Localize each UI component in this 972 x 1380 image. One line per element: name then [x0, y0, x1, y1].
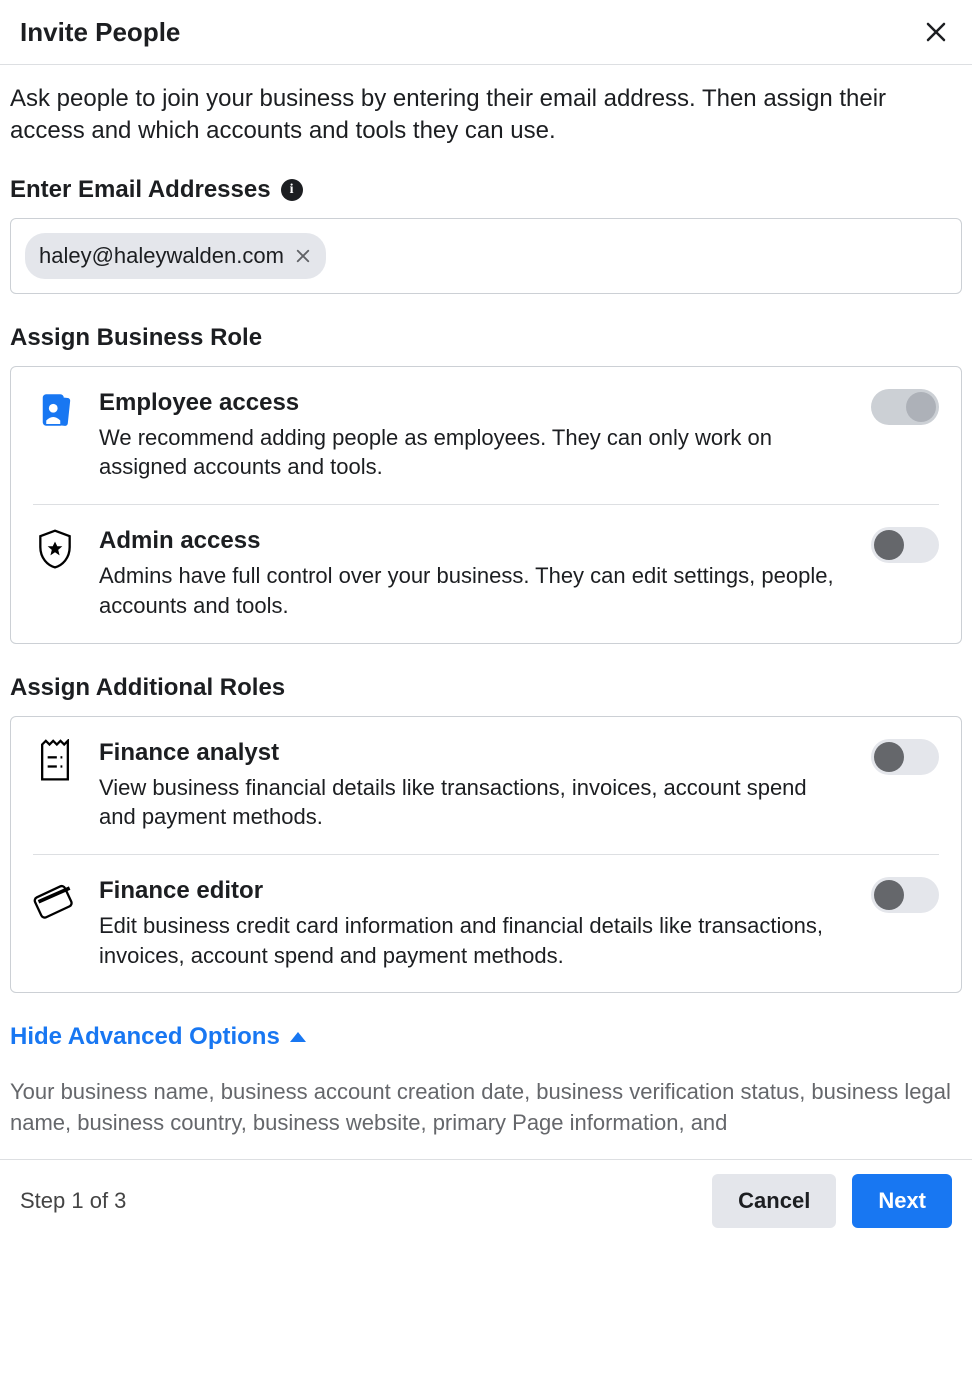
role-item-employee: Employee access We recommend adding peop… — [11, 367, 961, 504]
email-chip: haley@haleywalden.com — [25, 233, 326, 279]
toggle-knob — [874, 530, 904, 560]
role-title: Finance editor — [99, 877, 849, 905]
role-desc: We recommend adding people as employees.… — [99, 423, 849, 482]
role-item-finance-editor: Finance editor Edit business credit card… — [11, 855, 961, 992]
caret-up-icon — [290, 1032, 306, 1042]
receipt-icon — [33, 739, 77, 783]
role-text: Finance editor Edit business credit card… — [99, 877, 849, 970]
step-indicator: Step 1 of 3 — [20, 1188, 126, 1214]
email-chip-text: haley@haleywalden.com — [39, 243, 284, 269]
instruction-text: Ask people to join your business by ente… — [10, 83, 962, 148]
employee-access-toggle[interactable] — [871, 389, 939, 425]
role-text: Employee access We recommend adding peop… — [99, 389, 849, 482]
role-title: Finance analyst — [99, 739, 849, 767]
dialog-content: Ask people to join your business by ente… — [0, 65, 972, 1151]
close-button[interactable] — [920, 16, 952, 48]
badge-icon — [33, 389, 77, 431]
role-text: Finance analyst View business financial … — [99, 739, 849, 832]
toggle-knob — [874, 880, 904, 910]
admin-access-toggle[interactable] — [871, 527, 939, 563]
shield-icon — [33, 527, 77, 571]
business-role-label: Assign Business Role — [10, 324, 962, 352]
finance-editor-toggle[interactable] — [871, 877, 939, 913]
x-icon — [294, 247, 312, 265]
role-desc: View business financial details like tra… — [99, 773, 849, 832]
hide-advanced-options-link[interactable]: Hide Advanced Options — [10, 1023, 306, 1051]
dialog-footer: Step 1 of 3 Cancel Next — [0, 1159, 972, 1242]
role-text: Admin access Admins have full control ov… — [99, 527, 849, 620]
business-roles-container: Employee access We recommend adding peop… — [10, 366, 962, 644]
disclosure-text: Your business name, business account cre… — [10, 1077, 962, 1151]
toggle-knob — [874, 742, 904, 772]
role-desc: Edit business credit card information an… — [99, 911, 849, 970]
email-input[interactable]: haley@haleywalden.com — [10, 218, 962, 294]
role-item-admin: Admin access Admins have full control ov… — [11, 505, 961, 642]
advanced-toggle-text: Hide Advanced Options — [10, 1023, 280, 1051]
additional-roles-container: Finance analyst View business financial … — [10, 716, 962, 994]
dialog-title: Invite People — [20, 17, 180, 48]
dialog-header: Invite People — [0, 0, 972, 65]
role-desc: Admins have full control over your busin… — [99, 561, 849, 620]
cancel-button[interactable]: Cancel — [712, 1174, 836, 1228]
close-icon — [924, 20, 948, 44]
next-button[interactable]: Next — [852, 1174, 952, 1228]
remove-chip-button[interactable] — [294, 247, 312, 265]
role-title: Employee access — [99, 389, 849, 417]
info-icon[interactable]: i — [281, 179, 303, 201]
email-label-text: Enter Email Addresses — [10, 176, 271, 204]
finance-analyst-toggle[interactable] — [871, 739, 939, 775]
additional-role-label: Assign Additional Roles — [10, 674, 962, 702]
toggle-knob — [906, 392, 936, 422]
role-item-finance-analyst: Finance analyst View business financial … — [11, 717, 961, 854]
role-title: Admin access — [99, 527, 849, 555]
email-section-label: Enter Email Addresses i — [10, 176, 962, 204]
card-icon — [33, 877, 77, 923]
footer-buttons: Cancel Next — [712, 1174, 952, 1228]
